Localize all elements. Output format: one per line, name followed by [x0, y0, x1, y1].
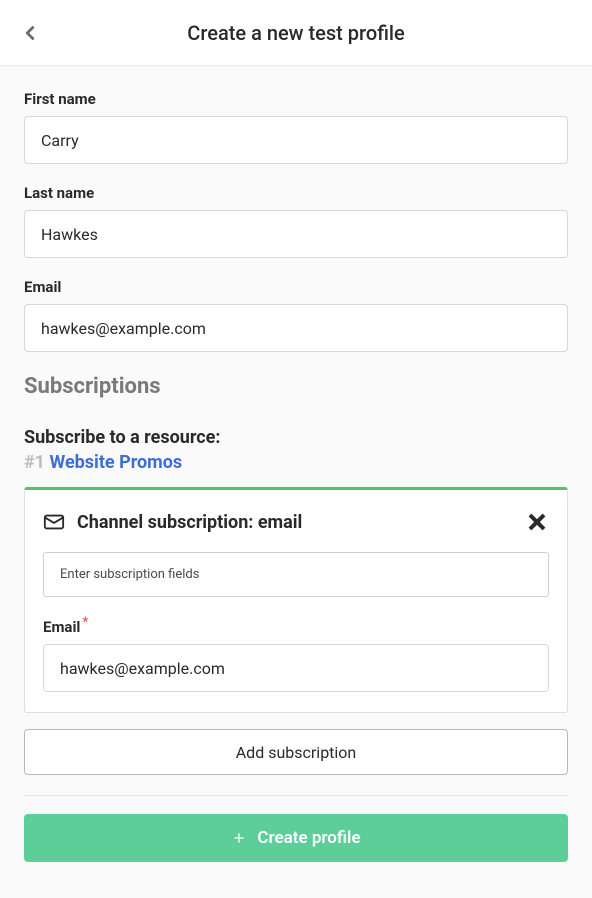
envelope-icon: [43, 511, 65, 533]
email-label: Email: [24, 278, 568, 296]
resource-line: #1 Website Promos: [24, 452, 568, 473]
form-content: First name Last name Email Subscriptions…: [0, 66, 592, 886]
card-title: Channel subscription: email: [77, 512, 302, 533]
create-profile-label: Create profile: [257, 828, 360, 848]
email-input[interactable]: [24, 304, 568, 352]
close-icon[interactable]: [525, 510, 549, 534]
subscription-fields-placeholder[interactable]: Enter subscription fields: [43, 552, 549, 597]
sub-email-group: Email*: [43, 615, 549, 692]
email-group: Email: [24, 278, 568, 352]
add-subscription-button[interactable]: Add subscription: [24, 729, 568, 775]
last-name-label: Last name: [24, 184, 568, 202]
card-header-left: Channel subscription: email: [43, 511, 302, 533]
sub-email-label-text: Email: [43, 618, 80, 636]
subscriptions-title: Subscriptions: [24, 374, 568, 399]
first-name-label: First name: [24, 90, 568, 108]
sub-email-label: Email*: [43, 615, 88, 636]
first-name-group: First name: [24, 90, 568, 164]
required-asterisk: *: [82, 615, 88, 630]
card-header: Channel subscription: email: [43, 510, 549, 534]
last-name-input[interactable]: [24, 210, 568, 258]
subscription-card: Channel subscription: email Enter subscr…: [24, 487, 568, 713]
last-name-group: Last name: [24, 184, 568, 258]
subscribe-label: Subscribe to a resource:: [24, 427, 568, 448]
back-icon[interactable]: [16, 19, 44, 47]
plus-icon: [231, 830, 247, 846]
resource-name-link[interactable]: Website Promos: [49, 452, 182, 473]
sub-email-input[interactable]: [43, 644, 549, 692]
create-profile-button[interactable]: Create profile: [24, 814, 568, 862]
page-title: Create a new test profile: [0, 21, 592, 45]
page-header: Create a new test profile: [0, 0, 592, 66]
divider: [24, 795, 568, 796]
first-name-input[interactable]: [24, 116, 568, 164]
resource-index: #1: [24, 452, 45, 473]
